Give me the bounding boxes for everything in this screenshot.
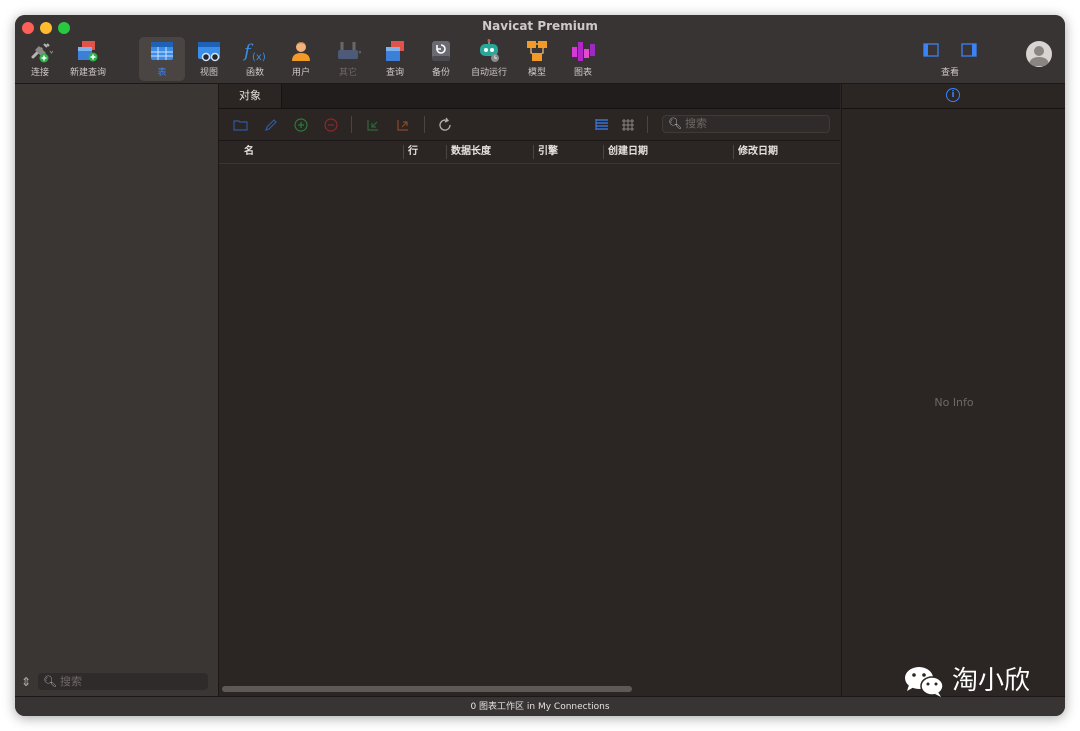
grid-view-icon[interactable]	[620, 117, 636, 133]
connections-sidebar: ⇕ 🔍︎ 搜索	[15, 84, 219, 696]
refresh-icon[interactable]	[437, 117, 453, 133]
function-icon: f (x)	[242, 41, 266, 63]
plug-icon	[31, 43, 53, 63]
new-query-icon	[78, 41, 98, 62]
column-header-data-length[interactable]: 数据长度	[451, 141, 491, 163]
import-icon[interactable]	[365, 117, 381, 133]
chart-icon	[572, 42, 595, 61]
tools-icon	[338, 42, 361, 59]
status-bar: 0 图表工作区 in My Connections	[15, 696, 1065, 716]
table-icon	[151, 42, 173, 60]
automation-label: 自动运行	[470, 68, 507, 78]
objects-toolbar: 🔍︎ 搜索	[219, 109, 840, 140]
user-button[interactable]: 用户	[283, 37, 319, 81]
toolbar-divider	[351, 116, 352, 133]
objects-search-input[interactable]: 🔍︎ 搜索	[662, 115, 830, 133]
other-button[interactable]: 其它	[329, 37, 367, 81]
backup-label: 备份	[431, 68, 450, 78]
tab-bar: 对象	[219, 84, 840, 109]
chart-button[interactable]: 图表	[565, 37, 601, 81]
tab-objects[interactable]: 对象	[219, 84, 282, 108]
horizontal-scrollbar[interactable]	[222, 686, 632, 692]
view-icon	[198, 42, 220, 62]
title-bar: Navicat Premium 连接 新建查询 表 视图 f (x) 函数 用户…	[15, 15, 1065, 84]
svg-text:(x): (x)	[252, 52, 266, 63]
info-panel: i No Info	[841, 84, 1065, 696]
function-label: 函数	[245, 68, 264, 78]
wechat-logo-icon	[905, 667, 944, 697]
edit-pencil-icon[interactable]	[263, 117, 279, 133]
table-label: 表	[157, 68, 167, 78]
model-label: 模型	[527, 68, 546, 78]
column-header-engine[interactable]: 引擎	[538, 141, 558, 163]
backup-icon	[432, 41, 450, 61]
column-header-created-date[interactable]: 创建日期	[608, 141, 648, 163]
column-header-rows[interactable]: 行	[408, 141, 418, 163]
toolbar-divider	[424, 116, 425, 133]
model-icon	[527, 41, 547, 61]
search-icon: 🔍︎	[668, 117, 682, 130]
view-menu-label: 查看	[940, 68, 959, 78]
open-folder-icon[interactable]	[233, 117, 249, 133]
toolbar-divider	[647, 116, 648, 133]
sidebar-search-bar: ⇕ 🔍︎ 搜索	[15, 670, 218, 696]
chart-label: 图表	[573, 68, 592, 78]
query-button[interactable]: 查询	[377, 37, 413, 81]
sort-updown-icon[interactable]: ⇕	[21, 675, 31, 689]
new-query-label: 新建查询	[69, 68, 106, 78]
automation-button[interactable]: 自动运行	[469, 37, 509, 81]
app-window: Navicat Premium 连接 新建查询 表 视图 f (x) 函数 用户…	[15, 15, 1065, 716]
watermark-text: 淘小欣	[952, 666, 1031, 696]
avatar-icon	[1029, 46, 1049, 66]
window-title: Navicat Premium	[482, 19, 598, 33]
right-panel-toggle-icon[interactable]	[961, 43, 977, 57]
connect-label: 连接	[30, 68, 49, 78]
query-icon	[386, 41, 404, 61]
model-button[interactable]: 模型	[519, 37, 555, 81]
other-label: 其它	[338, 68, 357, 78]
column-divider	[533, 145, 534, 159]
list-view-icon[interactable]	[594, 117, 610, 133]
column-divider	[603, 145, 604, 159]
view-button[interactable]: 视图	[191, 37, 227, 81]
account-avatar[interactable]	[1026, 41, 1052, 67]
column-header-modified-date[interactable]: 修改日期	[738, 141, 778, 163]
backup-button[interactable]: 备份	[423, 37, 459, 81]
new-query-button[interactable]: 新建查询	[65, 37, 111, 81]
user-label: 用户	[291, 68, 310, 78]
view-menu-group: 查看	[915, 37, 985, 81]
objects-table-header: 名 行 数据长度 引擎 创建日期 修改日期	[219, 140, 840, 164]
column-divider	[446, 145, 447, 159]
query-label: 查询	[385, 68, 404, 78]
column-divider	[403, 145, 404, 159]
left-panel-toggle-icon[interactable]	[923, 43, 939, 57]
sidebar-search-placeholder: 搜索	[60, 675, 82, 688]
view-label: 视图	[199, 68, 218, 78]
function-button[interactable]: f (x) 函数	[237, 37, 273, 81]
robot-icon	[480, 39, 499, 62]
column-header-name[interactable]: 名	[244, 141, 254, 163]
search-icon: 🔍︎	[43, 675, 57, 688]
table-button[interactable]: 表	[139, 37, 185, 81]
objects-pane: 对象 🔍︎ 搜索 名 行 数据长度 引擎 创建日期 修改日期	[219, 84, 840, 696]
objects-search-placeholder: 搜索	[685, 117, 707, 130]
no-info-text: No Info	[934, 396, 974, 409]
info-icon[interactable]: i	[946, 88, 960, 102]
sidebar-search-input[interactable]: 🔍︎ 搜索	[38, 673, 208, 690]
export-icon[interactable]	[395, 117, 411, 133]
add-circle-icon[interactable]	[293, 117, 309, 133]
info-panel-header: i	[842, 84, 1065, 109]
user-icon	[292, 42, 310, 61]
remove-circle-icon[interactable]	[323, 117, 339, 133]
column-divider	[733, 145, 734, 159]
connect-button[interactable]: 连接	[21, 37, 59, 81]
